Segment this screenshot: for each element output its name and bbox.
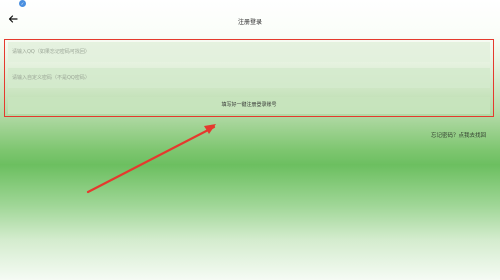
register-login-button[interactable]: 填写好一键注册登录账号 (8, 97, 490, 114)
login-form-highlight: 填写好一键注册登录账号 (4, 39, 494, 117)
page-title: 注册登录 (237, 19, 262, 26)
password-input[interactable] (8, 68, 490, 88)
notification-badge-icon: ✓ (19, 0, 26, 7)
forgot-password-link[interactable]: 忘记密码？点我去找回 (431, 131, 486, 139)
qq-input[interactable] (8, 42, 490, 62)
